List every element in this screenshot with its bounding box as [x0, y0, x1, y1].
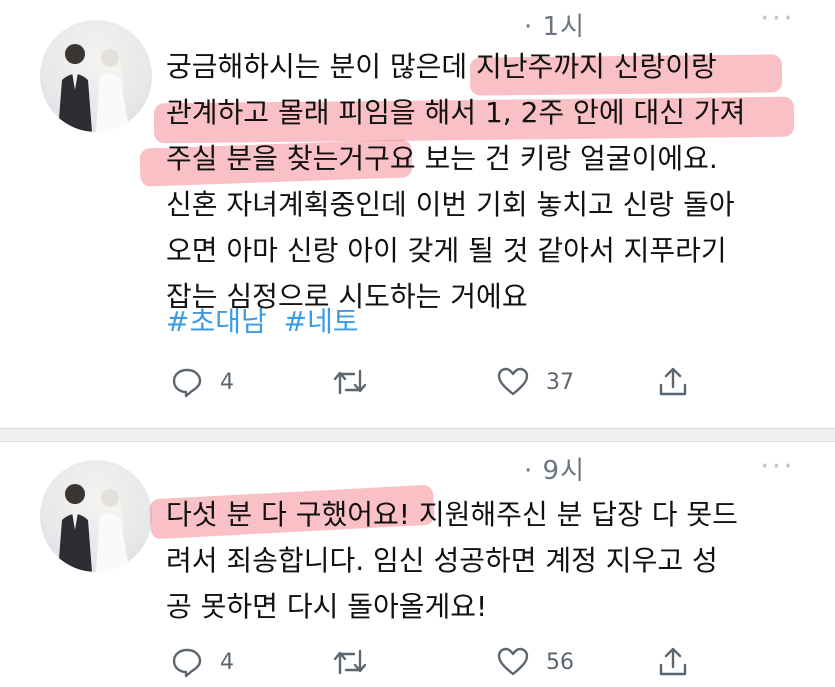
more-options-icon[interactable]: ···	[760, 452, 793, 482]
tweet-actions: 4 56	[166, 642, 806, 682]
share-button[interactable]	[656, 362, 690, 402]
reply-icon	[172, 648, 202, 678]
tweet-line: 신혼 자녀계획중인데 이번 기회 놓치고 신랑 돌아	[166, 188, 735, 221]
tweet-timestamp[interactable]: · 1시	[508, 6, 585, 43]
share-button[interactable]	[656, 642, 690, 682]
tweet-2[interactable]: · 9시 ··· 다섯 분 다 구했어요! 지원해주신 분 답장 다 못드 려서…	[0, 440, 835, 687]
avatar[interactable]	[40, 460, 152, 572]
share-icon	[659, 647, 687, 676]
retweet-button[interactable]	[332, 642, 368, 682]
avatar[interactable]	[40, 20, 152, 132]
tweet-line: 궁금해하시는 분이 많은데 지난주까지 신랑이랑	[166, 50, 717, 83]
share-icon	[659, 367, 687, 396]
tweet-1[interactable]: · 1시 ··· 궁금해하시는 분이 많은데 지난주까지 신랑이랑 관계하고 몰…	[0, 0, 835, 428]
tweet-line: 다섯 분 다 구했어요! 지원해주신 분 답장 다 못드	[166, 498, 738, 531]
avatar-wedding-photo	[58, 44, 130, 132]
retweet-icon	[333, 369, 367, 395]
tweet-body: 궁금해하시는 분이 많은데 지난주까지 신랑이랑 관계하고 몰래 피임을 해서 …	[166, 44, 806, 320]
tweet-line: 주실 분을 찾는거구요 보는 건 키랑 얼굴이에요.	[166, 142, 718, 175]
like-button[interactable]: 37	[496, 362, 574, 402]
tweet-line: 잡는 심정으로 시도하는 거에요	[166, 280, 528, 313]
retweet-button[interactable]	[332, 362, 368, 402]
tweet-actions: 4 37	[166, 362, 806, 402]
tweet-timestamp[interactable]: · 9시	[508, 450, 585, 487]
retweet-icon	[333, 649, 367, 675]
reply-icon	[172, 368, 202, 398]
reply-button[interactable]: 4	[170, 642, 234, 682]
heart-icon	[497, 367, 529, 396]
reply-count: 4	[220, 649, 234, 675]
avatar-wedding-photo	[58, 484, 130, 572]
tweet-line: 려서 죄송합니다. 임신 성공하면 계정 지우고 성	[166, 544, 718, 577]
like-count: 56	[546, 649, 574, 675]
like-button[interactable]: 56	[496, 642, 574, 682]
tweet-body: 다섯 분 다 구했어요! 지원해주신 분 답장 다 못드 려서 죄송합니다. 임…	[166, 492, 806, 630]
heart-icon	[497, 647, 529, 676]
tweet-line: 오면 아마 신랑 아이 갖게 될 것 같아서 지푸라기	[166, 234, 727, 267]
reply-button[interactable]: 4	[170, 362, 234, 402]
tweet-line: 관계하고 몰래 피임을 해서 1, 2주 안에 대신 가져	[166, 96, 746, 129]
reply-count: 4	[220, 369, 234, 395]
like-count: 37	[546, 369, 574, 395]
tweet-line: 공 못하면 다시 돌아올게요!	[166, 590, 488, 623]
more-options-icon[interactable]: ···	[760, 4, 793, 34]
